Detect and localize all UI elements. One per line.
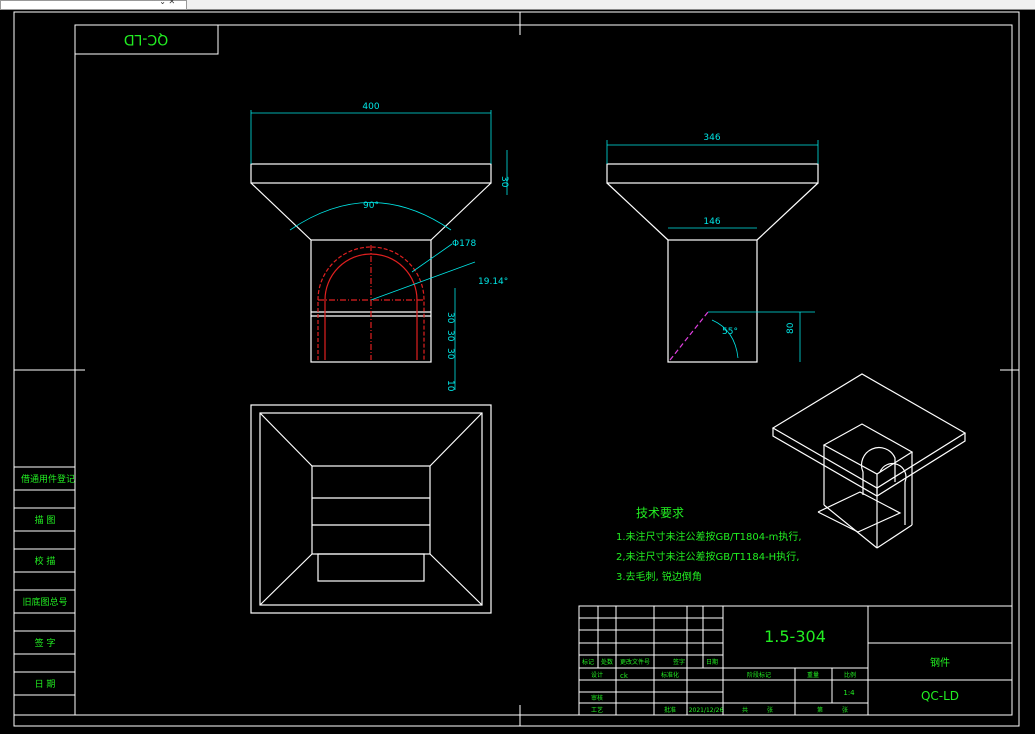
- row-review: 审核: [591, 694, 603, 702]
- hole-dia-dim: Φ178: [452, 239, 477, 249]
- row-process: 工艺: [591, 706, 603, 714]
- strip-label-4: 旧底图总号: [22, 596, 67, 608]
- label-total: 共: [742, 706, 748, 714]
- strip-label-6: 日 期: [35, 679, 56, 690]
- label-sheets-2: 张: [842, 706, 848, 714]
- strip-label-2: 描 图: [35, 514, 56, 526]
- front-view: [250, 110, 508, 390]
- hdr-change-doc: 更改文件号: [620, 658, 650, 666]
- hdr-date: 日期: [706, 658, 718, 666]
- front-flange-dim: 30: [499, 176, 509, 188]
- side-bottom-width-dim: 146: [703, 217, 720, 227]
- hole-angle-dim: 19.14°: [478, 277, 508, 287]
- label-sheet-no: 第: [817, 706, 823, 714]
- vert-dim-1: 30: [445, 312, 455, 324]
- tech-req-item-2: 2,未注尺寸未注公差按GB/T1184-H执行,: [616, 550, 799, 563]
- drawing-code: QC-LD: [921, 689, 959, 703]
- hdr-count: 处数: [601, 658, 613, 666]
- label-stage: 阶段标记: [747, 671, 771, 679]
- designer-value: ck: [620, 672, 629, 680]
- cad-drawing-canvas[interactable]: QC-LD 借通用件登记 描 图 校 描 旧底图总号 签 字 日 期 400 3…: [0, 0, 1035, 734]
- inner-frame: [74, 24, 1013, 716]
- row-design: 设计: [591, 671, 603, 679]
- scale-value: 1:4: [843, 689, 855, 697]
- top-view: [250, 404, 492, 614]
- front-top-width-dim: 400: [362, 102, 379, 112]
- tech-req-item-3: 3.去毛刺, 锐边倒角: [616, 570, 702, 583]
- label-weight: 重量: [807, 671, 819, 679]
- label-approve: 批准: [664, 706, 676, 714]
- tech-req-item-1: 1.未注尺寸未注公差按GB/T1804-m执行,: [616, 530, 802, 543]
- tech-req-title: 技术要求: [636, 506, 684, 520]
- code-stamp-text: QC-LD: [124, 31, 168, 47]
- isometric-view: [771, 373, 967, 549]
- label-standard: 标准化: [661, 671, 679, 679]
- strip-label-1: 借通用件登记: [21, 473, 75, 485]
- hdr-sign: 签字: [673, 658, 685, 666]
- front-angle-dim: 90°: [363, 201, 379, 211]
- side-top-width-dim: 346: [703, 133, 720, 143]
- vert-dim-4: 10: [445, 380, 455, 392]
- date-value: 2021/12/26: [689, 707, 724, 714]
- vert-dim-2: 30: [445, 330, 455, 342]
- strip-label-5: 签 字: [35, 637, 56, 649]
- side-angle-dim: 55°: [722, 327, 738, 337]
- hdr-mark: 标记: [582, 658, 594, 666]
- label-sheets-1: 张: [767, 706, 773, 714]
- left-registration-strip: 借通用件登记 描 图 校 描 旧底图总号 签 字 日 期: [13, 466, 76, 716]
- material: 钢件: [930, 656, 950, 669]
- part-number: 1.5-304: [764, 627, 826, 646]
- vert-dim-3: 30: [445, 348, 455, 360]
- side-height-dim: 80: [786, 322, 796, 334]
- strip-label-3: 校 描: [35, 555, 56, 567]
- label-scale: 比例: [844, 671, 856, 679]
